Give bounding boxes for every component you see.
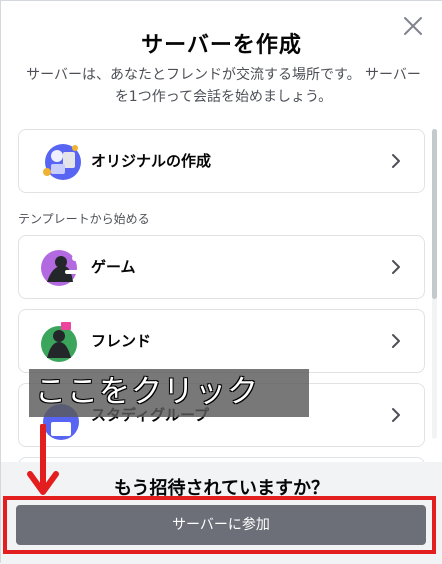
create-own-server-button[interactable]: オリジナルの作成: [18, 129, 425, 193]
template-gaming-label: ゲーム: [91, 258, 136, 276]
click-here-annotation: ここをクリック: [29, 369, 309, 417]
template-gaming-button[interactable]: ゲーム: [18, 235, 425, 299]
friends-icon: [37, 318, 85, 366]
template-friends-button[interactable]: フレンド: [18, 309, 425, 373]
dialog-subtitle: サーバーは、あなたとフレンドが交流する場所です。 サーバーを1つ作って会話を始め…: [26, 67, 421, 105]
scrollbar-thumb[interactable]: [432, 129, 437, 299]
create-own-label: オリジナルの作成: [91, 152, 212, 170]
footer-title: もう招待されていますか？: [114, 478, 329, 499]
chevron-right-icon: [388, 407, 404, 423]
templates-header: テンプレートから始める: [18, 212, 150, 226]
dialog-title: サーバーを作成: [141, 33, 302, 58]
chevron-right-icon: [388, 333, 404, 349]
template-friends-label: フレンド: [91, 332, 152, 350]
join-server-button[interactable]: サーバーに参加: [16, 505, 426, 545]
chevron-right-icon: [388, 153, 404, 169]
create-server-dialog: サーバーを作成 サーバーは、あなたとフレンドが交流する場所です。 サーバーを1つ…: [0, 0, 442, 564]
arrow-down-icon: [26, 423, 60, 498]
chevron-right-icon: [388, 259, 404, 275]
create-server-icon: [37, 138, 85, 186]
gaming-icon: [37, 244, 85, 292]
